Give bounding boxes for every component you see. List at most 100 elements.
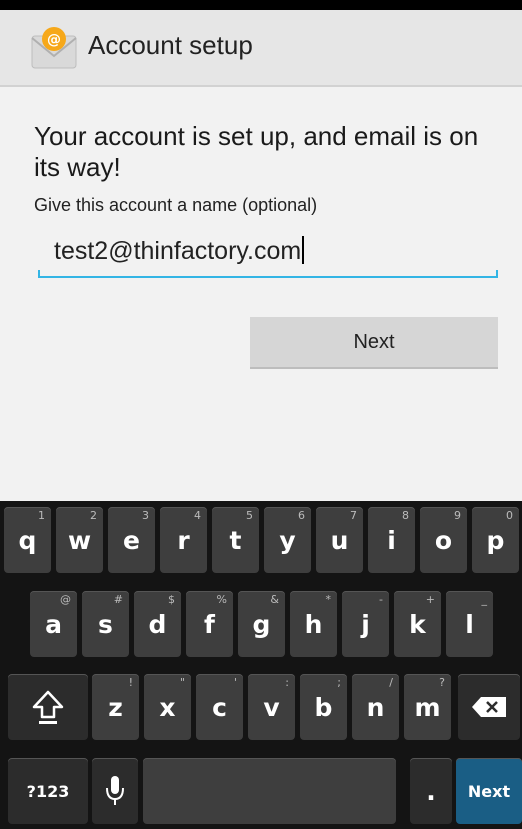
key-d[interactable]: d $ [134, 591, 181, 657]
backspace-key[interactable] [458, 674, 520, 740]
key-hint: 4 [194, 509, 201, 522]
period-key[interactable]: . [410, 758, 452, 824]
key-n[interactable]: n / [352, 674, 399, 740]
key-t[interactable]: t5 [212, 507, 259, 573]
key-label: z [108, 692, 123, 722]
text-cursor [302, 236, 305, 264]
action-bar: @ Account setup [0, 10, 522, 87]
key-label: h [304, 609, 323, 639]
next-button[interactable]: Next [250, 317, 498, 369]
microphone-icon [106, 776, 124, 805]
key-label: x [159, 692, 176, 722]
key-i[interactable]: i8 [368, 507, 415, 573]
key-v[interactable]: v: [248, 674, 295, 740]
keyboard-next-key[interactable]: Next [456, 758, 522, 824]
setup-heading: Your account is set up, and email is on … [34, 121, 479, 182]
key-f[interactable]: f% [186, 591, 233, 657]
key-label: v [263, 692, 280, 722]
key-b[interactable]: b; [300, 674, 347, 740]
key-m[interactable]: m? [404, 674, 451, 740]
key-label: j [361, 609, 370, 639]
key-y[interactable]: y6 [264, 507, 311, 573]
key-z[interactable]: z! [92, 674, 139, 740]
input-underline [38, 270, 498, 278]
key-label: q [18, 525, 37, 555]
account-setup-content: Your account is set up, and email is on … [0, 87, 522, 501]
space-key[interactable] [143, 758, 396, 824]
key-hint: + [425, 593, 435, 606]
key-label: d [148, 609, 167, 639]
key-label: s [98, 609, 113, 639]
key-hint: ' [233, 676, 237, 689]
key-hint: & [270, 593, 279, 606]
account-name-input[interactable]: test2@thinfactory.com [38, 228, 498, 278]
account-name-value: test2@thinfactory.com [54, 237, 302, 265]
shift-icon [32, 690, 64, 724]
key-c[interactable]: c ' [196, 674, 243, 740]
key-hint: ? [439, 676, 445, 689]
key-hint: : [285, 676, 289, 689]
key-label: t [229, 525, 242, 555]
key-label: m [414, 692, 441, 722]
backspace-icon [472, 697, 506, 717]
key-h[interactable]: h * [290, 591, 337, 657]
key-label: c [212, 692, 227, 722]
key-label: n [366, 692, 385, 722]
status-bar [0, 0, 522, 10]
key-a[interactable]: a @ [30, 591, 77, 657]
key-hint: 7 [350, 509, 357, 522]
key-w[interactable]: w2 [56, 507, 103, 573]
key-label: y [279, 525, 296, 555]
key-hint: # [113, 593, 123, 606]
symbols-key[interactable]: ?123 [8, 758, 88, 824]
key-p[interactable]: p0 [472, 507, 519, 573]
key-label: b [314, 692, 333, 722]
key-label: a [45, 609, 62, 639]
key-hint: / [389, 676, 393, 689]
key-s[interactable]: s # [82, 591, 129, 657]
key-hint: 3 [142, 509, 149, 522]
key-hint: $ [168, 593, 175, 606]
key-hint: _ [481, 593, 488, 606]
account-name-label: Give this account a name (optional) [34, 195, 318, 215]
key-l[interactable]: l _ [446, 591, 493, 657]
key-o[interactable]: o9 [420, 507, 467, 573]
key-hint: " [179, 676, 185, 689]
key-hint: 5 [246, 509, 253, 522]
key-hint: * [325, 593, 332, 606]
key-label: o [434, 525, 453, 555]
key-k[interactable]: k + [394, 591, 441, 657]
key-hint: ! [128, 676, 133, 689]
key-hint: 2 [90, 509, 97, 522]
mic-key[interactable] [92, 758, 138, 824]
key-hint: @ [60, 593, 71, 606]
key-x[interactable]: x " [144, 674, 191, 740]
key-label: k [409, 609, 426, 639]
key-label: w [67, 525, 92, 555]
soft-keyboard: q1w2e3r4t5y6u7i8o9p0 a @ s # d $ f% g & h * j - k + l _ … [0, 501, 522, 829]
key-label: e [123, 525, 140, 555]
key-hint: 9 [454, 509, 461, 522]
key-hint: 1 [38, 509, 45, 522]
key-label: l [465, 609, 474, 639]
key-u[interactable]: u7 [316, 507, 363, 573]
key-j[interactable]: j- [342, 591, 389, 657]
page-title: Account setup [88, 30, 253, 60]
svg-text:@: @ [47, 32, 61, 48]
key-label: f [204, 609, 215, 639]
key-r[interactable]: r4 [160, 507, 207, 573]
email-app-icon[interactable]: @ [30, 26, 78, 70]
key-g[interactable]: g & [238, 591, 285, 657]
key-label: p [486, 525, 505, 555]
key-label: u [330, 525, 349, 555]
key-hint: 0 [506, 509, 513, 522]
key-e[interactable]: e3 [108, 507, 155, 573]
shift-key[interactable] [8, 674, 88, 740]
key-label: i [387, 525, 396, 555]
key-q[interactable]: q1 [4, 507, 51, 573]
key-hint: % [216, 593, 227, 606]
key-hint: 6 [298, 509, 305, 522]
key-hint: - [379, 593, 383, 606]
key-hint: 8 [402, 509, 409, 522]
key-label: r [177, 525, 190, 555]
